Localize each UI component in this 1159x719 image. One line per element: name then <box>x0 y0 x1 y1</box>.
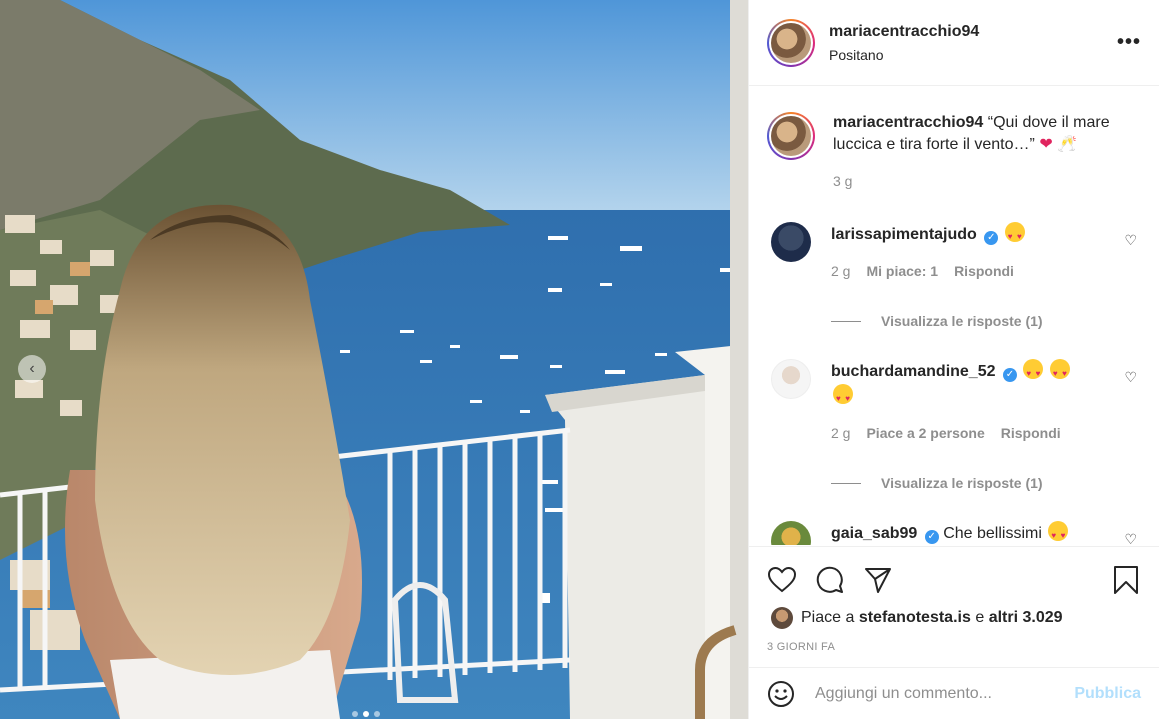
post-timestamp[interactable]: 3 GIORNI FA <box>767 641 1141 653</box>
commenter-username[interactable]: buchardamandine_52 <box>831 363 996 380</box>
verified-badge-icon: ✓ <box>924 530 939 544</box>
view-replies-label: Visualizza le risposte (1) <box>881 313 1043 329</box>
carousel-prev-button[interactable]: ‹ <box>18 355 46 383</box>
caption: mariacentracchio94 “Qui dove il mare luc… <box>767 87 1141 192</box>
comment-icon[interactable] <box>815 565 845 595</box>
heart-eyes-emoji-icon <box>1023 359 1044 386</box>
comment-input[interactable] <box>815 684 1075 703</box>
author-avatar[interactable] <box>767 18 815 67</box>
comment-time: 2 g <box>831 263 851 279</box>
emoji-picker-icon[interactable] <box>767 680 795 708</box>
add-comment-bar: Pubblica <box>749 667 1159 719</box>
likes-prefix: Piace a <box>801 609 855 626</box>
comment-time: 2 g <box>831 425 851 441</box>
heart-eyes-emoji-icon <box>1048 521 1069 545</box>
verified-badge-icon: ✓ <box>1002 368 1017 382</box>
bookmark-icon[interactable] <box>1111 565 1141 595</box>
likes-summary: Piace a stefanotesta.is e altri 3.029 <box>767 607 1141 629</box>
commenter-avatar[interactable] <box>771 521 811 545</box>
post-side-panel: mariacentracchio94 Positano ••• mariacen… <box>748 0 1159 719</box>
heart-eyes-emoji-icon <box>1004 222 1025 249</box>
likes-others-count[interactable]: altri 3.029 <box>989 609 1063 627</box>
publish-button[interactable]: Pubblica <box>1074 685 1141 703</box>
comment-item: gaia_sab99 ✓ Che bellissimi ♡ <box>767 521 1141 545</box>
reply-button[interactable]: Rispondi <box>954 259 1014 283</box>
author-username[interactable]: mariacentracchio94 <box>829 23 1117 41</box>
heart-eyes-emoji-icon <box>1049 359 1070 386</box>
ellipsis-icon[interactable]: ••• <box>1117 31 1141 54</box>
caption-time: 3 g <box>833 173 853 189</box>
comment-heart-icon[interactable]: ♡ <box>1124 232 1137 249</box>
comment-likes[interactable]: Piace a 2 persone <box>866 421 984 445</box>
comments-list[interactable]: mariacentracchio94 “Qui dove il mare luc… <box>749 87 1159 545</box>
post-location[interactable]: Positano <box>829 47 1117 63</box>
post-actions: Piace a stefanotesta.is e altri 3.029 3 … <box>749 546 1159 653</box>
comment-text: Che bellissimi <box>943 525 1042 542</box>
commenter-avatar[interactable] <box>771 222 811 262</box>
carousel-dot <box>374 711 380 717</box>
liker-username[interactable]: stefanotesta.is <box>859 609 971 627</box>
reply-button[interactable]: Rispondi <box>1001 421 1061 445</box>
commenter-username[interactable]: larissapimentajudo <box>831 226 977 243</box>
comment-item: larissapimentajudo ✓ 2 g Mi piace: 1 Ris… <box>767 222 1141 283</box>
share-icon[interactable] <box>863 565 893 595</box>
heart-icon[interactable] <box>767 565 797 595</box>
carousel-dots <box>352 711 380 717</box>
carousel-dot-active <box>363 711 369 717</box>
comment-likes[interactable]: Mi piace: 1 <box>866 259 938 283</box>
positano-balcony-image <box>0 0 748 719</box>
commenter-username[interactable]: gaia_sab99 <box>831 525 917 542</box>
post-header: mariacentracchio94 Positano ••• <box>749 0 1159 86</box>
commenter-avatar[interactable] <box>771 359 811 399</box>
post-photo[interactable]: ‹ <box>0 0 748 719</box>
comment-item: buchardamandine_52 ✓ 2 g Piace a 2 perso… <box>767 359 1141 445</box>
red-heart-icon: ❤ <box>1039 136 1053 153</box>
caption-avatar[interactable] <box>767 112 815 160</box>
comment-heart-icon[interactable]: ♡ <box>1124 531 1137 545</box>
view-replies-button[interactable]: Visualizza le risposte (1) <box>831 475 1141 491</box>
verified-badge-icon: ✓ <box>984 231 999 245</box>
heart-eyes-emoji-icon <box>833 384 853 411</box>
comment-heart-icon[interactable]: ♡ <box>1124 369 1137 386</box>
view-replies-label: Visualizza le risposte (1) <box>881 475 1043 491</box>
caption-username[interactable]: mariacentracchio94 <box>833 114 983 131</box>
liker-avatar[interactable] <box>771 607 793 629</box>
carousel-dot <box>352 711 358 717</box>
view-replies-button[interactable]: Visualizza le risposte (1) <box>831 313 1141 329</box>
cheers-icon: 🥂 <box>1057 136 1078 153</box>
likes-and: e <box>975 609 985 626</box>
